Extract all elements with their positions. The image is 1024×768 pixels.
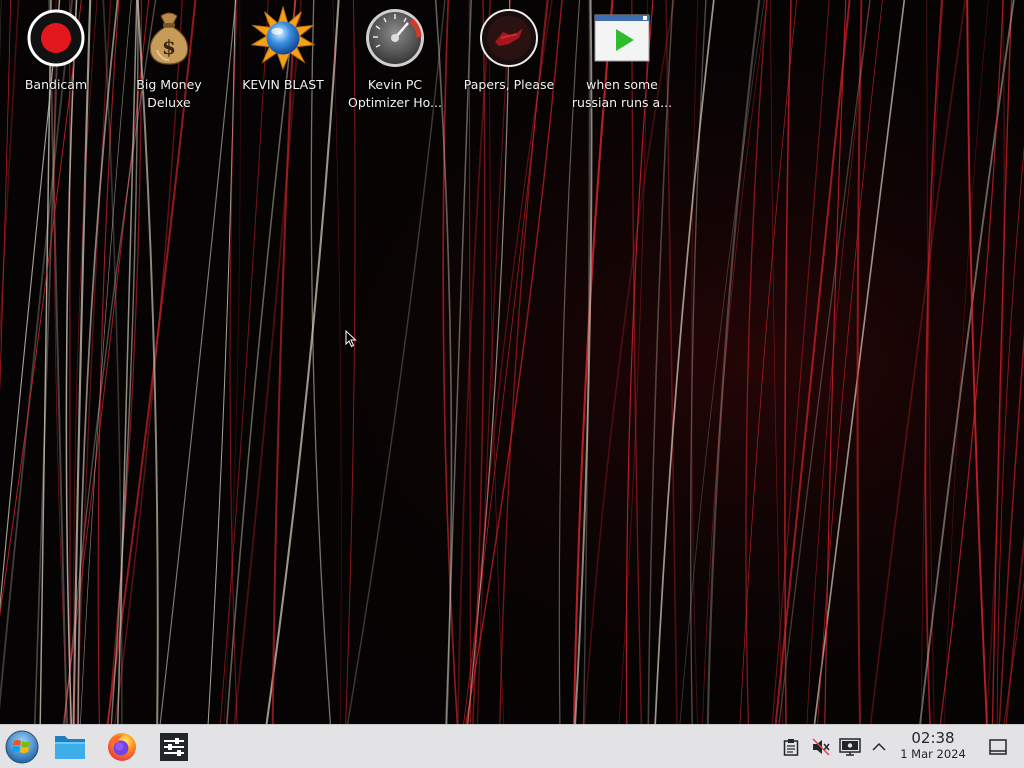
papers-please-seal-icon xyxy=(477,6,541,70)
firefox-icon xyxy=(108,733,136,761)
show-hidden-tray-button[interactable] xyxy=(868,736,890,758)
volume-tray-button[interactable] xyxy=(810,736,832,758)
desktop-icon-papers-please[interactable]: Papers, Please xyxy=(454,6,564,118)
desktop-icon-label: when some russian runs a... xyxy=(571,77,673,110)
file-manager-button[interactable] xyxy=(52,729,88,765)
speedometer-icon xyxy=(363,6,427,70)
desktop-icon-big-money-deluxe[interactable]: $ Big Money Deluxe xyxy=(114,6,224,118)
desktop-icon-label: Bandicam xyxy=(24,77,88,92)
bandicam-record-icon xyxy=(24,6,88,70)
desktop-icon-label: Big Money Deluxe xyxy=(136,77,202,110)
clock-time: 02:38 xyxy=(911,729,955,747)
desktop-icon-label: Papers, Please xyxy=(463,77,555,92)
digital-clock[interactable]: 02:38 1 Mar 2024 xyxy=(893,729,973,765)
show-desktop-icon xyxy=(989,739,1007,755)
speaker-muted-icon xyxy=(812,738,830,756)
svg-text:$: $ xyxy=(162,35,176,59)
display-tray-button[interactable] xyxy=(839,736,861,758)
video-play-icon xyxy=(590,6,654,70)
settings-sliders-icon xyxy=(160,733,188,761)
desktop-icon-kevin-pc-optimizer[interactable]: Kevin PC Optimizer Ho... xyxy=(340,6,450,118)
chevron-up-icon xyxy=(872,742,886,751)
show-desktop-button[interactable] xyxy=(987,736,1009,758)
monitor-icon xyxy=(839,738,861,756)
desktop-icon-when-some-russian[interactable]: when some russian runs a... xyxy=(567,6,677,118)
clipboard-icon xyxy=(783,739,799,756)
start-menu-button[interactable] xyxy=(4,729,40,765)
desktop-icon-label: Kevin PC Optimizer Ho... xyxy=(348,77,442,110)
desktop-icon-label: KEVIN BLAST xyxy=(242,77,324,92)
mouse-cursor-icon xyxy=(345,330,357,348)
desktop-icon-bandicam[interactable]: Bandicam xyxy=(1,6,111,118)
desktop-icon-kevin-blast[interactable]: KEVIN BLAST xyxy=(228,5,338,118)
windows-orb-icon xyxy=(5,730,39,764)
folder-icon xyxy=(55,736,85,759)
system-settings-button[interactable] xyxy=(156,729,192,765)
clock-date: 1 Mar 2024 xyxy=(900,747,966,761)
taskbar: 02:38 1 Mar 2024 xyxy=(0,724,1024,768)
clipboard-tray-button[interactable] xyxy=(780,736,802,758)
money-bag-icon: $ xyxy=(137,6,201,70)
firefox-button[interactable] xyxy=(104,729,140,765)
sun-globe-icon xyxy=(251,5,315,71)
desktop-icon-area: Bandicam $ Big Money Deluxe KEVIN BLAST … xyxy=(0,0,1024,130)
